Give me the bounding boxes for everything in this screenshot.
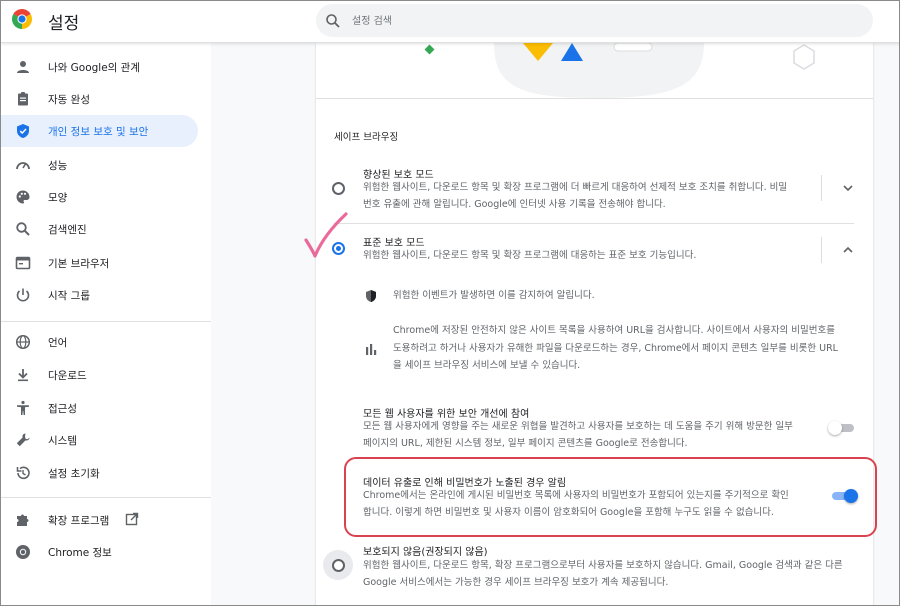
- standard-protection-desc: 위험한 웹사이트, 다운로드 항목 및 확장 프로그램에 대응하는 표준 보호 …: [363, 250, 697, 261]
- sidebar-item-label: 자동 완성: [48, 94, 90, 106]
- improve-security-desc-2: 페이지의 URL, 제한된 시스템 정보, 일부 페이지 콘텐츠를 Google…: [363, 438, 688, 449]
- accessibility-icon: [17, 400, 29, 415]
- safe-browsing-banner: [316, 43, 873, 98]
- search-input[interactable]: [352, 11, 832, 31]
- enhanced-separator: [821, 175, 822, 201]
- shield-icon: [366, 290, 376, 302]
- external-link-icon: [125, 512, 139, 526]
- settings-header: 설정: [1, 1, 899, 43]
- settings-sidebar: 나와 Google의 관계 자동 완성 개인 정보 보호 및 보안 성능 모양 …: [1, 43, 211, 605]
- gauge-icon: [16, 162, 30, 170]
- sidebar-item-label: 다운로드: [48, 370, 87, 382]
- globe-icon: [15, 334, 31, 350]
- sidebar-item-system[interactable]: 시스템: [1, 424, 198, 456]
- sidebar-item-reset[interactable]: 설정 초기화: [1, 457, 198, 489]
- sidebar-item-privacy[interactable]: 개인 정보 보호 및 보안: [1, 115, 198, 147]
- standard-separator: [821, 237, 822, 263]
- sidebar-item-label: 시작 그룹: [48, 290, 90, 302]
- banner-divider: [316, 98, 873, 99]
- no-protection-title: 보호되지 않음(권장되지 않음): [363, 547, 488, 558]
- standard-info-url-3: 을 세이프 브라우징 서비스에 보낼 수 있습니다.: [393, 360, 581, 371]
- chrome-logo-icon: [12, 9, 32, 29]
- chrome-icon: [16, 545, 30, 559]
- sidebar-item-appearance[interactable]: 모양: [1, 181, 198, 213]
- sidebar-item-label: 기본 브라우저: [48, 258, 110, 270]
- sidebar-item-about-chrome[interactable]: Chrome 정보: [1, 536, 198, 568]
- clipboard-icon: [18, 92, 28, 106]
- chevron-up-icon[interactable]: [841, 243, 855, 257]
- section-title: 세이프 브라우징: [334, 132, 399, 143]
- person-icon: [17, 61, 29, 73]
- no-protection-radio[interactable]: [332, 559, 345, 572]
- sidebar-item-label: 언어: [48, 337, 68, 349]
- standard-info-detect: 위험한 이벤트가 발생하면 이를 감지하여 알립니다.: [393, 290, 595, 301]
- sidebar-item-label: Chrome 정보: [48, 547, 112, 559]
- sidebar-item-label: 검색엔진: [48, 224, 87, 236]
- sidebar-item-label: 모양: [48, 192, 68, 204]
- sidebar-item-extensions[interactable]: 확장 프로그램: [1, 504, 198, 536]
- sidebar-item-languages[interactable]: 언어: [1, 326, 198, 358]
- sidebar-item-startup[interactable]: 시작 그룹: [1, 279, 198, 311]
- sidebar-item-accessibility[interactable]: 접근성: [1, 392, 198, 424]
- sidebar-item-performance[interactable]: 성능: [1, 149, 198, 181]
- search-icon: [326, 14, 340, 28]
- improve-security-desc-1: 모든 웹 사용자에게 영향을 주는 새로운 위협을 발견하고 사용자를 보호하는…: [363, 421, 793, 432]
- puzzle-icon: [17, 514, 29, 526]
- highlight-annotation: [344, 457, 877, 537]
- palette-icon: [16, 190, 30, 204]
- sidebar-item-label: 성능: [48, 160, 68, 172]
- settings-search[interactable]: [316, 4, 873, 37]
- standard-info-url-2: 도용하려고 하거나 사용자가 유해한 파일을 다운로드하는 경우, Chrome…: [393, 343, 838, 354]
- bar-chart-icon: [366, 344, 377, 355]
- sidebar-divider: [1, 497, 211, 498]
- sidebar-item-downloads[interactable]: 다운로드: [1, 359, 198, 391]
- option-divider: [334, 223, 854, 224]
- enhanced-protection-radio[interactable]: [332, 182, 345, 195]
- power-icon: [16, 288, 30, 302]
- enhanced-protection-desc-1: 위험한 웹사이트, 다운로드 항목 및 확장 프로그램에 더 빠르게 대응하여 …: [363, 182, 788, 193]
- sidebar-item-label: 시스템: [48, 435, 77, 447]
- sidebar-item-label: 접근성: [48, 403, 77, 415]
- sidebar-item-label: 확장 프로그램: [48, 515, 110, 527]
- sidebar-item-label: 설정 초기화: [48, 468, 100, 480]
- checkmark-annotation: [304, 212, 348, 258]
- sidebar-item-search-engine[interactable]: 검색엔진: [1, 213, 198, 245]
- sidebar-item-default-browser[interactable]: 기본 브라우저: [1, 247, 198, 279]
- sidebar-divider: [1, 321, 211, 322]
- sidebar-item-google[interactable]: 나와 Google의 관계: [1, 51, 198, 83]
- sidebar-item-label: 나와 Google의 관계: [48, 62, 141, 74]
- browser-icon: [15, 256, 31, 270]
- improve-security-toggle[interactable]: [828, 421, 854, 435]
- chrome-settings-window: 세이프 브라우징 향상된 보호 모드 위험한 웹사이트, 다운로드 항목 및 확…: [0, 0, 900, 606]
- download-icon: [18, 369, 28, 382]
- enhanced-protection-desc-2: 번호 유출에 관해 알립니다. Google에 인터넷 사용 기록을 전송해야 …: [363, 199, 666, 210]
- wrench-icon: [16, 433, 30, 447]
- shield-icon: [17, 124, 29, 138]
- page-title: 설정: [48, 14, 80, 34]
- sidebar-item-autofill[interactable]: 자동 완성: [1, 83, 198, 115]
- standard-info-url-1: Chrome에 저장된 안전하지 않은 사이트 목록을 사용하여 URL을 검사…: [393, 325, 835, 336]
- toggle-knob: [828, 421, 842, 435]
- chevron-down-icon[interactable]: [841, 181, 855, 195]
- search-icon: [16, 222, 30, 236]
- no-protection-desc-1: 위험한 웹사이트, 다운로드 항목, 확장 프로그램으로부터 사용자를 보호하지…: [363, 560, 843, 571]
- no-protection-desc-2: Google 서비스에서는 가능한 경우 세이프 브라우징 보호가 계속 제공됩…: [363, 577, 669, 588]
- sidebar-item-label: 개인 정보 보호 및 보안: [48, 126, 149, 138]
- reset-icon: [16, 466, 30, 480]
